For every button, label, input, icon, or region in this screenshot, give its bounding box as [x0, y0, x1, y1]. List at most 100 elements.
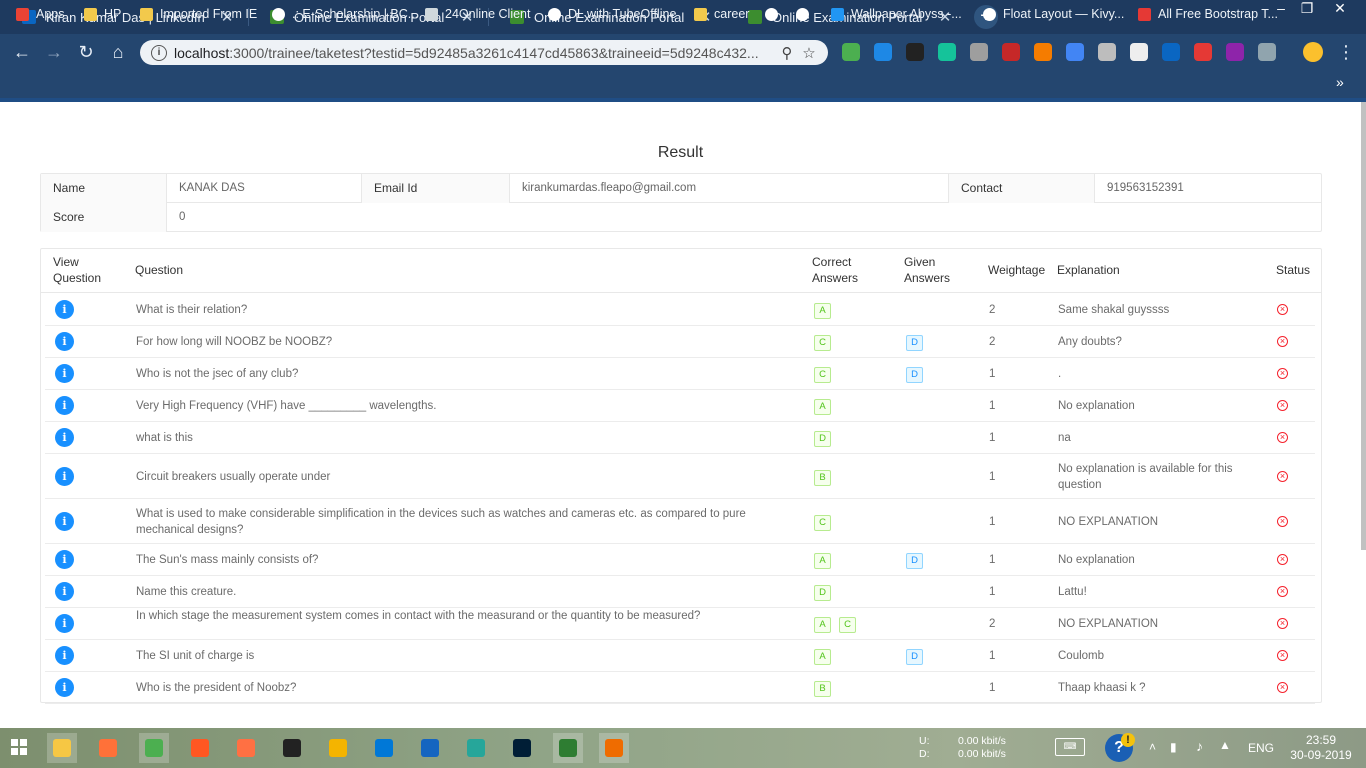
- view-question-info-icon[interactable]: i: [55, 428, 74, 447]
- table-row: i What is used to make considerable simpl…: [45, 499, 1315, 544]
- app-icon[interactable]: [599, 733, 629, 763]
- view-question-info-icon[interactable]: i: [55, 582, 74, 601]
- chrome-icon[interactable]: [139, 733, 169, 763]
- status-wrong-icon: ×: [1277, 586, 1288, 597]
- bookmark-item[interactable]: Float Layout — Kivy...: [983, 6, 1124, 22]
- forward-arrow-icon[interactable]: →: [42, 40, 66, 64]
- volume-icon[interactable]: ♪: [1196, 738, 1203, 754]
- given-answer-tag: D: [906, 553, 923, 569]
- correct-answer-tag: C: [814, 514, 831, 531]
- keyboard-icon[interactable]: ⌨: [1055, 738, 1085, 756]
- app-icon[interactable]: [415, 733, 445, 763]
- weightage-value: 1: [989, 470, 996, 483]
- view-question-info-icon[interactable]: i: [55, 678, 74, 697]
- bookmark-label: Float Layout — Kivy...: [1003, 7, 1125, 21]
- extension-icon[interactable]: [1194, 43, 1212, 61]
- git-icon[interactable]: [323, 733, 353, 763]
- bookmark-item[interactable]: Imported From IE: [140, 6, 257, 22]
- extension-icon[interactable]: [906, 43, 924, 61]
- info-row: Name KANAK DAS Email Id kirankumardas.fl…: [41, 174, 1321, 203]
- app-icon[interactable]: [231, 733, 261, 763]
- page-scrollbar[interactable]: [1361, 102, 1366, 550]
- bookmark-item[interactable]: [765, 6, 785, 22]
- globe-icon: [765, 7, 778, 21]
- site-info-icon[interactable]: i: [151, 44, 167, 61]
- bookmark-star-icon[interactable]: ☆: [798, 44, 820, 62]
- reload-icon[interactable]: ↻: [74, 40, 98, 64]
- profile-avatar-icon[interactable]: [1303, 42, 1323, 62]
- extension-icon[interactable]: [874, 43, 892, 61]
- extension-icon[interactable]: [1226, 43, 1244, 61]
- address-bar[interactable]: i localhost:3000/trainee/taketest?testid…: [140, 40, 828, 65]
- view-question-info-icon[interactable]: i: [55, 396, 74, 415]
- firefox-icon[interactable]: [93, 733, 123, 763]
- bookmark-item[interactable]: All Free Bootstrap T...: [1138, 6, 1278, 22]
- wifi-icon[interactable]: ▲: [1219, 738, 1231, 752]
- zoom-icon[interactable]: ⚲: [776, 44, 798, 62]
- linkedin-icon[interactable]: [1162, 43, 1180, 61]
- bookmark-item[interactable]: .: E-Scholarship | BC...: [272, 6, 418, 22]
- view-question-info-icon[interactable]: i: [55, 300, 74, 319]
- browser-menu-icon[interactable]: ⋮: [1334, 40, 1358, 64]
- app-icon[interactable]: [553, 733, 583, 763]
- taskbar-app-glyph: [467, 739, 485, 757]
- view-question-info-icon[interactable]: i: [55, 646, 74, 665]
- status-wrong-icon: ×: [1277, 554, 1288, 565]
- explanation-text: na: [1058, 432, 1071, 444]
- col-status: Status: [1276, 263, 1311, 277]
- view-question-info-icon[interactable]: i: [55, 614, 74, 633]
- bookmark-item[interactable]: Apps: [16, 6, 65, 22]
- language-indicator[interactable]: ENG: [1248, 741, 1274, 755]
- tray-expand-icon[interactable]: ˄: [1149, 740, 1156, 754]
- status-wrong-icon: ×: [1277, 682, 1288, 693]
- windows-start-icon[interactable]: [11, 739, 27, 755]
- battery-icon[interactable]: ▮: [1170, 740, 1177, 754]
- weightage-value: 1: [989, 554, 996, 566]
- clock[interactable]: 23:59 30-09-2019: [1290, 733, 1352, 763]
- bookmark-item[interactable]: Wallpaper Abyss -...: [831, 6, 962, 22]
- taskbar-app-glyph: [191, 739, 209, 757]
- bookmark-item[interactable]: career: [694, 6, 749, 22]
- table-row: i In which stage the measurement system c…: [45, 608, 1315, 640]
- bookmarks-overflow-icon[interactable]: »: [1336, 74, 1344, 90]
- home-icon[interactable]: ⌂: [106, 40, 130, 64]
- explanation-text: No explanation is available for this que…: [1058, 462, 1233, 491]
- bookmark-item[interactable]: DL with TubeOffline: [548, 6, 676, 22]
- net-up-value: 0.00 kbit/s: [958, 735, 1006, 747]
- view-question-info-icon[interactable]: i: [55, 466, 74, 486]
- back-arrow-icon[interactable]: ←: [10, 40, 34, 64]
- correct-answers: C: [814, 366, 839, 383]
- photoshop-icon[interactable]: [507, 733, 537, 763]
- correct-answers: A: [814, 552, 839, 569]
- bookmark-item[interactable]: [796, 6, 816, 22]
- extension-icon[interactable]: [842, 43, 860, 61]
- bookmark-item[interactable]: 24Online Client: [425, 6, 530, 22]
- app-icon[interactable]: [185, 733, 215, 763]
- view-question-info-icon[interactable]: i: [55, 364, 74, 383]
- vscode-icon[interactable]: [369, 733, 399, 763]
- extension-icon[interactable]: [970, 43, 988, 61]
- grammarly-icon[interactable]: [938, 43, 956, 61]
- extension-icon[interactable]: [1034, 43, 1052, 61]
- net-down-value: 0.00 kbit/s: [958, 748, 1006, 760]
- extension-icon[interactable]: [1098, 43, 1116, 61]
- extension-icon[interactable]: [1130, 43, 1148, 61]
- view-question-info-icon[interactable]: i: [55, 511, 74, 531]
- weightage-value: 1: [989, 682, 996, 694]
- translate-icon[interactable]: [1066, 43, 1084, 61]
- correct-answers: B: [814, 680, 839, 697]
- restore-window-button[interactable]: ❐: [1293, 0, 1321, 18]
- terminal-icon[interactable]: [277, 733, 307, 763]
- view-question-info-icon[interactable]: i: [55, 332, 74, 351]
- app-icon[interactable]: [461, 733, 491, 763]
- view-question-info-icon[interactable]: i: [55, 550, 74, 569]
- file-explorer-icon[interactable]: [47, 733, 77, 763]
- correct-answer-tag: B: [814, 681, 831, 697]
- close-window-button[interactable]: ✕: [1326, 0, 1354, 18]
- bookmark-item[interactable]: HP: [84, 6, 121, 22]
- col-view-question: View Question: [53, 255, 102, 285]
- extension-icon[interactable]: [1002, 43, 1020, 61]
- url-text[interactable]: localhost:3000/trainee/taketest?testid=5…: [174, 45, 776, 61]
- bookmark-label: 24Online Client: [445, 7, 531, 21]
- shield-icon[interactable]: [1258, 43, 1276, 61]
